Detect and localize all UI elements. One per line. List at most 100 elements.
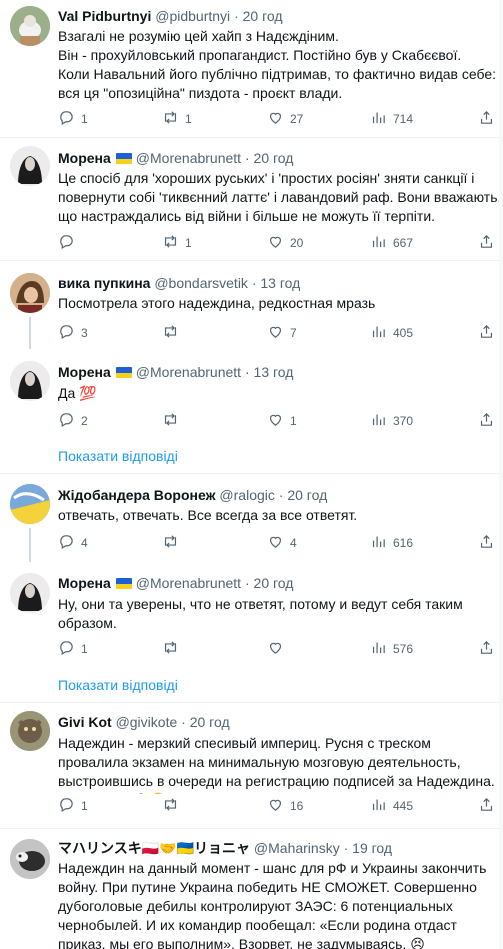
like-icon: [267, 109, 284, 129]
timestamp[interactable]: 20 год: [254, 575, 294, 591]
timestamp[interactable]: 20 год: [254, 150, 294, 166]
tweet[interactable]: Givi Kot @givikote · 20 год Надеждин - м…: [0, 703, 503, 828]
tweet-text: Надеждин на данный момент - шанс для рФ …: [58, 860, 487, 949]
show-replies-link[interactable]: Показати відповіді: [58, 677, 178, 693]
retweet-icon: [162, 796, 179, 816]
reply-count: 1: [81, 799, 88, 813]
author-handle[interactable]: @Morenabrunett: [136, 150, 241, 166]
reply-button[interactable]: 3: [58, 323, 88, 343]
tweet[interactable]: Морена @Morenabrunett · 20 год Ну, они та…: [0, 562, 503, 670]
timestamp[interactable]: 19 год: [352, 840, 392, 856]
reply-icon: [58, 323, 75, 343]
views-button[interactable]: 667: [370, 233, 413, 253]
share-button[interactable]: [478, 411, 495, 431]
reply-icon: [58, 411, 75, 431]
reply-button[interactable]: 1: [58, 639, 88, 659]
views-button[interactable]: 370: [370, 411, 413, 431]
tweet[interactable]: Морена @Morenabrunett · 13 год Да 💯 2 1 3…: [0, 349, 503, 440]
reply-button[interactable]: [58, 233, 81, 253]
like-button[interactable]: 1: [267, 411, 297, 431]
like-button[interactable]: 27: [267, 109, 303, 129]
avatar[interactable]: [10, 839, 50, 879]
views-button[interactable]: 445: [370, 796, 413, 816]
author-handle[interactable]: @ralogic: [219, 487, 274, 503]
share-button[interactable]: [478, 639, 495, 659]
author-name[interactable]: Морена: [58, 150, 111, 166]
like-button[interactable]: [267, 639, 290, 659]
share-button[interactable]: [478, 109, 495, 129]
avatar[interactable]: [10, 484, 50, 524]
like-button[interactable]: 16: [267, 796, 303, 816]
tweet[interactable]: Val Pidburtnyi @pidburtnyi · 20 год Взаг…: [0, 0, 503, 137]
avatar[interactable]: [10, 573, 50, 613]
reply-icon: [58, 109, 75, 129]
like-button[interactable]: 4: [267, 533, 297, 553]
tweet-text: отвечать, отвечать. Все всегда за все от…: [58, 507, 358, 523]
timestamp[interactable]: 20 год: [243, 8, 283, 24]
timestamp[interactable]: 13 год: [260, 275, 300, 291]
share-button[interactable]: [478, 323, 495, 343]
retweet-button[interactable]: [162, 639, 185, 659]
timestamp[interactable]: 20 год: [190, 714, 230, 730]
author-name[interactable]: Givi Kot: [58, 714, 112, 730]
views-icon: [370, 796, 387, 816]
reply-icon: [58, 533, 75, 553]
views-count: 714: [393, 112, 414, 126]
avatar[interactable]: [10, 361, 50, 401]
scrollbar[interactable]: [499, 0, 503, 949]
show-replies-link[interactable]: Показати відповіді: [58, 448, 178, 464]
author-handle[interactable]: @Morenabrunett: [136, 575, 241, 591]
like-button[interactable]: 20: [267, 233, 303, 253]
views-button[interactable]: 616: [370, 533, 413, 553]
reply-button[interactable]: 4: [58, 533, 88, 553]
retweet-count: 1: [185, 112, 192, 126]
like-count: 1: [290, 414, 297, 428]
author-name[interactable]: вика пупкина: [58, 275, 150, 291]
like-button[interactable]: 7: [267, 323, 297, 343]
reply-icon: [58, 639, 75, 659]
retweet-button[interactable]: [162, 411, 185, 431]
author-name[interactable]: マハリンスキ🇵🇱🤝🇺🇦リョニャ: [58, 840, 250, 856]
share-button[interactable]: [478, 796, 495, 816]
retweet-button[interactable]: 1: [162, 109, 192, 129]
retweet-button[interactable]: [162, 796, 185, 816]
avatar[interactable]: [10, 146, 50, 186]
like-count: 16: [290, 799, 304, 813]
avatar[interactable]: [10, 6, 50, 46]
author-name[interactable]: Val Pidburtnyi: [58, 8, 151, 24]
views-icon: [370, 639, 387, 659]
retweet-button[interactable]: [162, 323, 185, 343]
share-button[interactable]: [478, 533, 495, 553]
tweet[interactable]: マハリンスキ🇵🇱🤝🇺🇦リョニャ @Maharinsky · 19 год Над…: [0, 829, 503, 949]
reply-button[interactable]: 2: [58, 411, 88, 431]
tweet[interactable]: Жідобандера Воронеж @ralogic · 20 год от…: [0, 474, 503, 562]
retweet-button[interactable]: 1: [162, 233, 192, 253]
author-name[interactable]: Жідобандера Воронеж: [58, 487, 216, 503]
author-handle[interactable]: @Maharinsky: [254, 840, 340, 856]
reply-button[interactable]: 1: [58, 109, 88, 129]
share-icon: [478, 796, 495, 816]
views-button[interactable]: 405: [370, 323, 413, 343]
views-button[interactable]: 714: [370, 109, 413, 129]
reply-button[interactable]: 1: [58, 796, 88, 816]
timestamp[interactable]: 20 год: [287, 487, 327, 503]
action-bar: 4 4 616: [58, 533, 503, 553]
author-handle[interactable]: @pidburtnyi: [155, 8, 230, 24]
author-handle[interactable]: @bondarsvetik: [154, 275, 248, 291]
tweet[interactable]: вика пупкина @bondarsvetik · 13 год Посм…: [0, 261, 503, 349]
author-name[interactable]: Морена: [58, 364, 111, 380]
avatar[interactable]: [10, 711, 50, 751]
author-handle[interactable]: @givikote: [116, 714, 178, 730]
avatar[interactable]: [10, 273, 50, 313]
timestamp[interactable]: 13 год: [254, 364, 294, 380]
retweet-button[interactable]: [162, 533, 185, 553]
tweet-text: Надеждин - мерзкий спесивый империц. Рус…: [58, 735, 495, 794]
share-button[interactable]: [478, 233, 495, 253]
author-handle[interactable]: @Morenabrunett: [136, 364, 241, 380]
retweet-icon: [162, 109, 179, 129]
separator-dot: ·: [278, 487, 284, 503]
views-icon: [370, 109, 387, 129]
tweet[interactable]: Морена @Morenabrunett · 20 год Це спосіб …: [0, 138, 503, 260]
views-button[interactable]: 576: [370, 639, 413, 659]
author-name[interactable]: Морена: [58, 575, 111, 591]
